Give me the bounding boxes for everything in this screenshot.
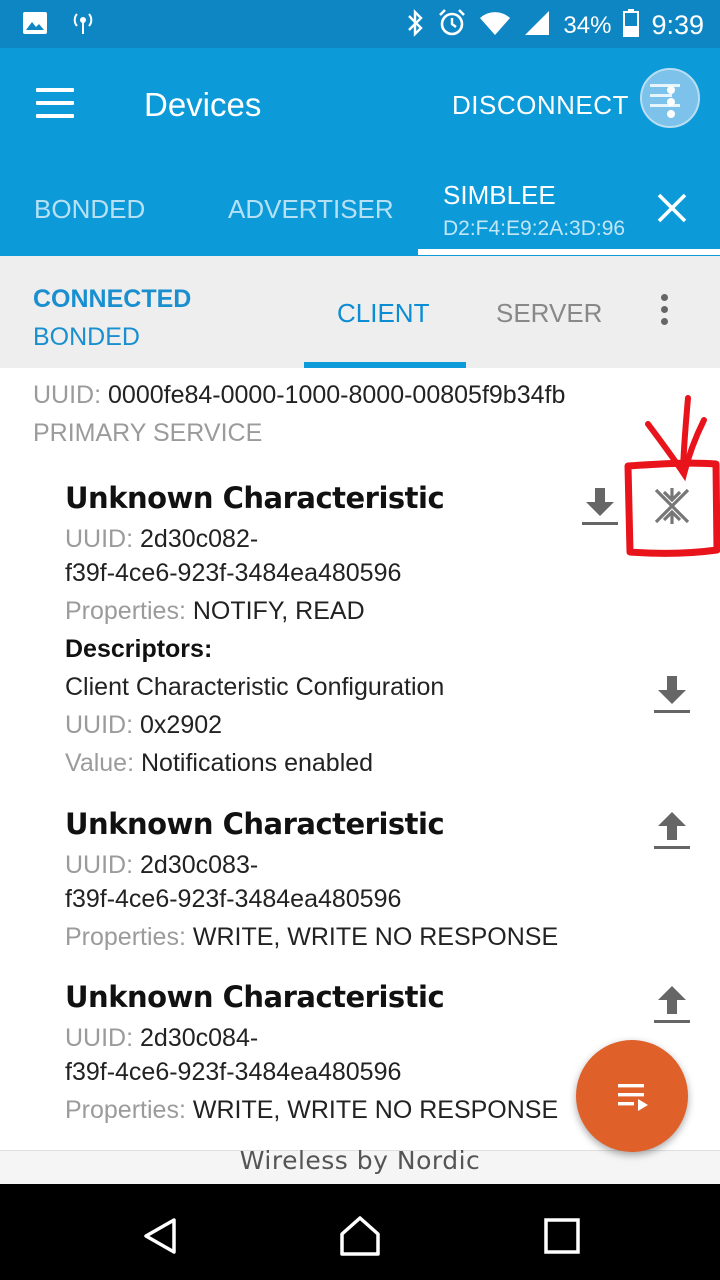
characteristic-properties: Properties: NOTIFY, READ: [65, 597, 365, 625]
tab-indicator: [418, 249, 720, 255]
status-bar: 34% 9:39: [0, 0, 720, 48]
characteristic-uuid: UUID: 2d30c084-: [65, 1024, 259, 1052]
overflow-menu-icon[interactable]: [665, 86, 677, 120]
characteristic-name: Unknown Characteristic: [65, 807, 445, 841]
alarm-icon: [437, 8, 467, 43]
characteristic-uuid: UUID: 2d30c082-: [65, 525, 259, 553]
disconnect-button[interactable]: DISCONNECT: [452, 90, 629, 121]
tab-advertiser[interactable]: ADVERTISER: [228, 194, 394, 225]
descriptors-heading: Descriptors:: [65, 635, 213, 663]
descriptor-uuid: UUID: 0x2902: [65, 711, 223, 739]
tab-bonded[interactable]: BONDED: [34, 194, 145, 225]
tab-device[interactable]: SIMBLEE D2:F4:E9:2A:3D:96: [443, 180, 625, 241]
battery-icon: [623, 9, 640, 42]
navigation-bar: [0, 1184, 720, 1280]
connected-label: CONNECTED: [33, 285, 192, 313]
tab-device-name: SIMBLEE: [443, 180, 556, 210]
close-icon[interactable]: [654, 190, 690, 226]
service-list: UUID: 0000fe84-0000-1000-8000-00805f9b34…: [0, 368, 720, 1150]
clock: 9:39: [651, 10, 704, 40]
read-download-icon[interactable]: [578, 484, 622, 528]
characteristic-properties: Properties: WRITE, WRITE NO RESPONSE: [65, 923, 559, 951]
wifi-icon: [479, 10, 511, 41]
write-upload-icon[interactable]: [650, 808, 694, 852]
battery-percent: 34%: [563, 11, 612, 39]
home-icon[interactable]: [338, 1214, 382, 1258]
descriptor-name: Client Characteristic Configuration: [65, 673, 445, 701]
signal-icon: [523, 9, 551, 42]
tab-device-address: D2:F4:E9:2A:3D:96: [443, 217, 626, 240]
log-list-icon: [618, 1084, 648, 1111]
connection-state: CONNECTED BONDED: [33, 280, 191, 356]
descriptor-value: Value: Notifications enabled: [65, 749, 374, 777]
page-title: Devices: [144, 86, 262, 123]
log-fab-button[interactable]: [576, 1040, 688, 1152]
connection-bar: CONNECTED BONDED CLIENT SERVER: [0, 256, 720, 368]
characteristic-uuid-cont: f39f-4ce6-923f-3484ea480596: [65, 559, 402, 587]
notifications-off-icon[interactable]: [650, 484, 694, 528]
image-icon: [22, 11, 48, 40]
characteristic-uuid-cont: f39f-4ce6-923f-3484ea480596: [65, 1058, 402, 1086]
characteristic-uuid: UUID: 2d30c083-: [65, 851, 259, 879]
write-upload-icon[interactable]: [650, 982, 694, 1026]
service-uuid: UUID: 0000fe84-0000-1000-8000-00805f9b34…: [33, 381, 566, 409]
characteristic-properties: Properties: WRITE, WRITE NO RESPONSE: [65, 1096, 559, 1124]
footer-brand: Wireless by Nordic: [0, 1148, 720, 1184]
more-options-icon[interactable]: [658, 294, 670, 334]
app-bar: Devices DISCONNECT BONDED ADVERTISER SIM…: [0, 48, 720, 256]
tab-client[interactable]: CLIENT: [337, 298, 429, 329]
bluetooth-icon: [405, 8, 425, 43]
back-icon[interactable]: [138, 1214, 182, 1258]
screen: 34% 9:39 Devices DISCONNECT BONDED ADVER…: [0, 0, 720, 1280]
characteristic-name: Unknown Characteristic: [65, 481, 445, 515]
characteristic-uuid-cont: f39f-4ce6-923f-3484ea480596: [65, 885, 402, 913]
recents-icon[interactable]: [540, 1214, 584, 1258]
descriptor-read-icon[interactable]: [650, 672, 694, 716]
characteristic-name: Unknown Characteristic: [65, 980, 445, 1014]
service-type: PRIMARY SERVICE: [33, 419, 263, 447]
hotspot-icon: [70, 10, 96, 41]
menu-icon[interactable]: [36, 88, 76, 118]
tab-server[interactable]: SERVER: [496, 298, 602, 329]
bonded-label: BONDED: [33, 323, 140, 351]
